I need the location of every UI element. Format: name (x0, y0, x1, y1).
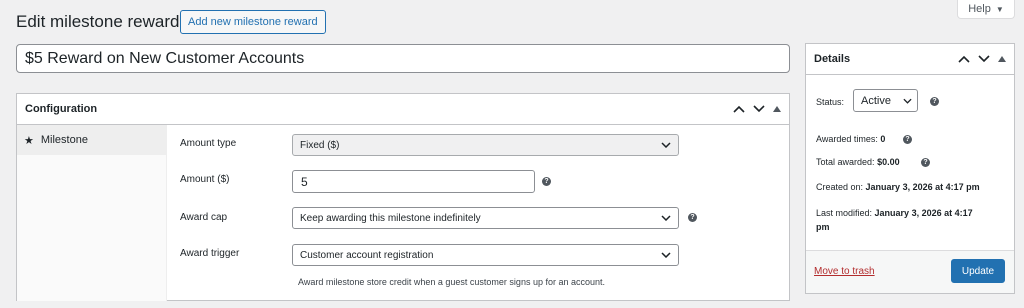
help-label: Help (968, 3, 991, 15)
help-tab-button[interactable]: Help ▼ (957, 0, 1015, 19)
status-help-icon[interactable]: ? (930, 97, 939, 106)
details-panel: Details Status: ? Awarded times: 0 ? Tot… (805, 43, 1015, 294)
tab-milestone[interactable]: ★ Milestone (17, 125, 166, 155)
status-value: Active (861, 94, 891, 107)
add-new-milestone-reward-button[interactable]: Add new milestone reward (180, 10, 326, 34)
collapse-toggle-icon[interactable] (998, 56, 1006, 62)
award-trigger-select[interactable]: Customer account registration (292, 244, 679, 266)
tab-milestone-label: Milestone (40, 134, 88, 146)
configuration-heading: Configuration (25, 103, 98, 115)
last-modified-value: January 3, 2026 at 4:17 (874, 208, 973, 218)
last-modified-row: Last modified: January 3, 2026 at 4:17 p… (816, 206, 973, 234)
configuration-header: Configuration (17, 94, 789, 125)
star-icon: ★ (24, 134, 34, 147)
configuration-panel: Configuration ★ Milestone Amount type Fi… (16, 93, 790, 301)
created-on-label: Created on: (816, 182, 864, 192)
caret-down-icon: ▼ (995, 4, 1004, 14)
amount-input[interactable]: 5 (292, 170, 535, 193)
award-cap-label: Award cap (180, 212, 228, 223)
move-to-trash-link[interactable]: Move to trash (814, 266, 875, 277)
created-on-value: January 3, 2026 at 4:17 pm (865, 182, 980, 192)
amount-type-select[interactable]: Fixed ($) (292, 134, 679, 156)
award-trigger-value: Customer account registration (300, 249, 434, 261)
move-up-icon[interactable] (733, 105, 745, 113)
amount-type-value: Fixed ($) (300, 139, 340, 151)
award-cap-value: Keep awarding this milestone indefinitel… (300, 212, 481, 224)
amount-label: Amount ($) (180, 174, 230, 185)
amount-type-label: Amount type (180, 138, 237, 149)
details-footer: Move to trash Update (806, 250, 1014, 293)
chevron-down-icon (661, 252, 671, 258)
details-header: Details (806, 44, 1014, 75)
awarded-times-row: Awarded times: 0 (816, 134, 885, 144)
move-up-icon[interactable] (958, 55, 970, 63)
total-awarded-value: $0.00 (877, 157, 900, 167)
amount-help-icon[interactable]: ? (542, 177, 551, 186)
award-trigger-description: Award milestone store credit when a gues… (298, 277, 605, 287)
collapse-toggle-icon[interactable] (773, 106, 781, 112)
details-heading: Details (814, 53, 851, 65)
last-modified-label: Last modified: (816, 208, 873, 218)
awarded-times-help-icon[interactable]: ? (903, 135, 912, 144)
update-button[interactable]: Update (951, 259, 1005, 283)
reward-title-input[interactable]: $5 Reward on New Customer Accounts (16, 44, 790, 73)
chevron-down-icon (661, 215, 671, 221)
total-awarded-row: Total awarded: $0.00 (816, 157, 900, 167)
status-select[interactable]: Active (853, 89, 918, 112)
move-down-icon[interactable] (753, 105, 765, 113)
configuration-tabs: ★ Milestone (17, 125, 167, 301)
page-title: Edit milestone reward (16, 12, 180, 31)
last-modified-value-cont: pm (816, 222, 830, 232)
total-awarded-label: Total awarded: (816, 157, 875, 167)
status-label: Status: (816, 97, 845, 107)
award-trigger-label: Award trigger (180, 248, 240, 259)
award-cap-select[interactable]: Keep awarding this milestone indefinitel… (292, 207, 679, 229)
awarded-times-label: Awarded times: (816, 134, 878, 144)
chevron-down-icon (661, 142, 671, 148)
move-down-icon[interactable] (978, 55, 990, 63)
award-cap-help-icon[interactable]: ? (688, 213, 697, 222)
created-on-row: Created on: January 3, 2026 at 4:17 pm (816, 182, 980, 192)
total-awarded-help-icon[interactable]: ? (921, 158, 930, 167)
awarded-times-value: 0 (880, 134, 886, 144)
chevron-down-icon (903, 98, 912, 104)
